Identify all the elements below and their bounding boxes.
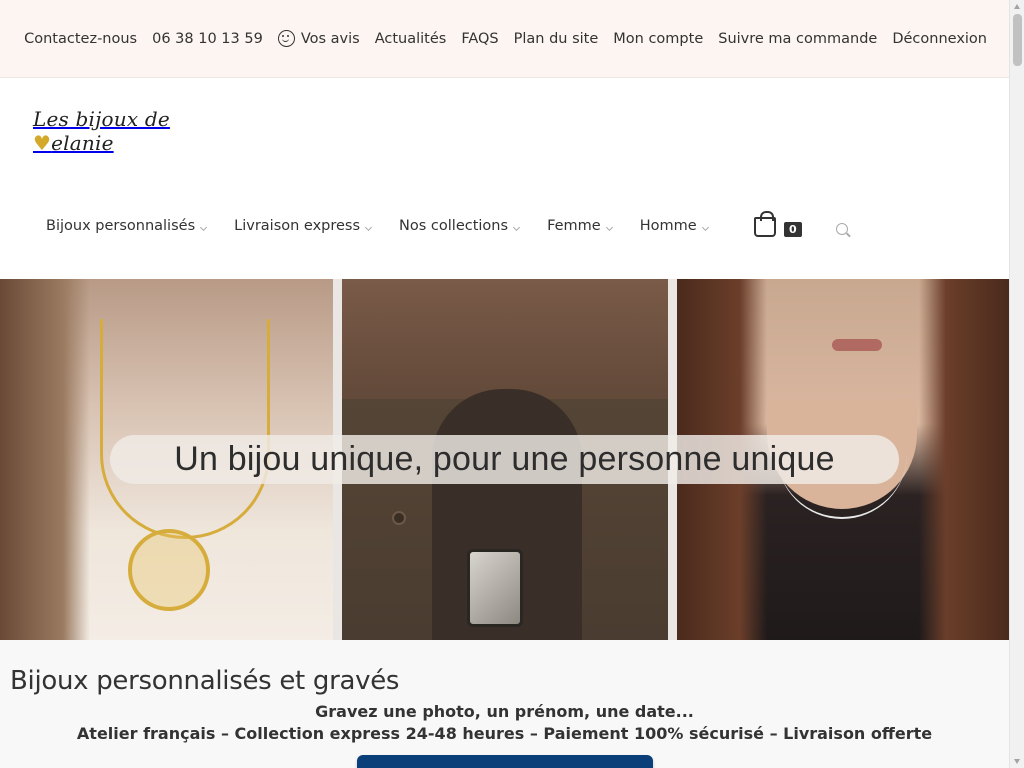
cart-count-badge: 0 xyxy=(784,222,802,237)
hero-image-detail xyxy=(100,319,270,539)
intro-tagline: Gravez une photo, un prénom, une date... xyxy=(315,702,694,721)
track-order-link[interactable]: Suivre ma commande xyxy=(718,31,877,47)
nav-item-nos-collections[interactable]: Nos collections xyxy=(399,218,521,234)
scrollbar-thumb[interactable] xyxy=(1013,14,1022,66)
scroll-up-arrow-icon[interactable] xyxy=(1014,4,1020,9)
nav-item-label: Nos collections xyxy=(399,218,509,234)
hero-image-detail xyxy=(128,529,210,611)
hero-image-detail xyxy=(832,339,882,351)
intro-benefits: Atelier français – Collection express 24… xyxy=(76,724,933,743)
cart-button[interactable]: 0 xyxy=(754,211,802,237)
chevron-down-icon xyxy=(200,223,208,231)
nav-item-label: Bijoux personnalisés xyxy=(46,218,196,234)
hero-slogan: Un bijou unique, pour une personne uniqu… xyxy=(174,440,835,478)
site-logo[interactable]: Les bijoux de ♥elanie xyxy=(33,106,233,156)
main-nav: Bijoux personnalisés Livraison express N… xyxy=(46,218,736,234)
nav-item-femme[interactable]: Femme xyxy=(547,218,613,234)
nav-item-label: Livraison express xyxy=(234,218,361,234)
top-bar: Contactez-nous 06 38 10 13 59 Vos avis A… xyxy=(0,0,1009,78)
page-title: Bijoux personnalisés et gravés xyxy=(10,666,400,696)
site-header: Les bijoux de ♥elanie Bijoux personnalis… xyxy=(0,78,1009,279)
reviews-link[interactable]: Vos avis xyxy=(277,30,360,47)
chevron-down-icon xyxy=(605,223,613,231)
sitemap-link[interactable]: Plan du site xyxy=(514,31,599,47)
nav-item-livraison-express[interactable]: Livraison express xyxy=(234,218,373,234)
faqs-link[interactable]: FAQS xyxy=(461,31,498,47)
nav-item-bijoux-personnalises[interactable]: Bijoux personnalisés xyxy=(46,218,208,234)
hero-image-detail xyxy=(392,511,406,525)
chevron-down-icon xyxy=(365,223,373,231)
shopping-bag-icon xyxy=(754,211,776,237)
phone-link[interactable]: 06 38 10 13 59 xyxy=(152,31,263,47)
hero-image-detail xyxy=(919,279,1009,640)
hero-image-detail xyxy=(0,279,90,640)
intro-section: Bijoux personnalisés et gravés Gravez un… xyxy=(0,640,1009,768)
hero-image-detail xyxy=(467,549,523,627)
reviews-label: Vos avis xyxy=(300,30,360,47)
news-link[interactable]: Actualités xyxy=(375,31,447,47)
chevron-down-icon xyxy=(701,223,709,231)
my-account-link[interactable]: Mon compte xyxy=(613,31,703,47)
page-scrollbar[interactable] xyxy=(1009,0,1024,768)
hero-banner[interactable]: Un bijou unique, pour une personne uniqu… xyxy=(0,279,1009,640)
search-icon[interactable] xyxy=(836,223,848,235)
logout-link[interactable]: Déconnexion xyxy=(892,31,987,47)
nav-item-label: Homme xyxy=(639,218,697,234)
scroll-down-arrow-icon[interactable] xyxy=(1014,759,1020,764)
nav-item-homme[interactable]: Homme xyxy=(639,218,709,234)
heart-icon: ♥ xyxy=(33,131,52,155)
nav-item-label: Femme xyxy=(547,218,601,234)
chevron-down-icon xyxy=(513,223,521,231)
smile-icon xyxy=(277,30,295,47)
page: Contactez-nous 06 38 10 13 59 Vos avis A… xyxy=(0,0,1009,768)
cta-button[interactable] xyxy=(357,755,653,768)
hero-slogan-banner: Un bijou unique, pour une personne uniqu… xyxy=(110,435,899,484)
contact-link[interactable]: Contactez-nous xyxy=(24,31,137,47)
logo-text: Les bijoux de ♥elanie xyxy=(33,107,170,155)
